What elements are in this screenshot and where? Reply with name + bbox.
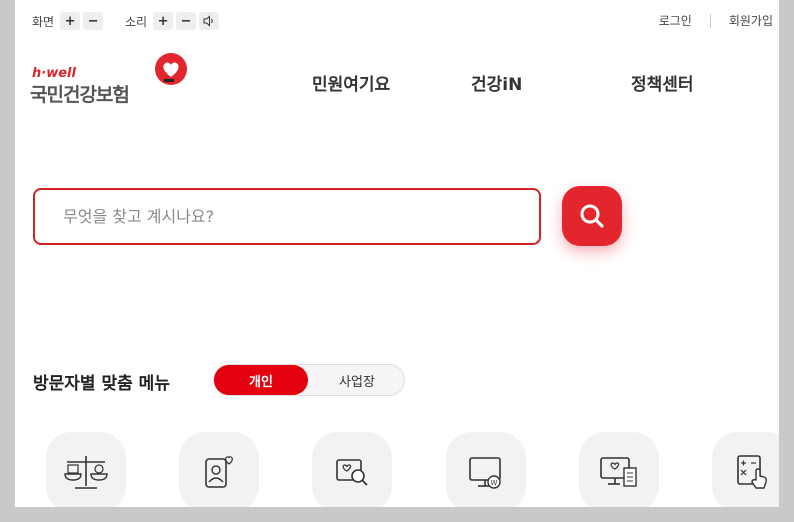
nav-item-health[interactable]: 건강iN xyxy=(471,70,522,95)
login-link[interactable]: 로그인 xyxy=(659,12,692,29)
search-heart-icon xyxy=(336,459,368,486)
nav-item-policy[interactable]: 정책센터 xyxy=(631,70,694,95)
tile-search-heart[interactable] xyxy=(312,432,392,507)
profile-heart-icon xyxy=(205,456,233,488)
monitor-won-icon: W xyxy=(469,457,501,489)
toggle-personal[interactable]: 개인 xyxy=(214,365,308,395)
speaker-icon xyxy=(203,15,213,27)
sound-down-button[interactable]: − xyxy=(176,12,197,30)
search-box xyxy=(33,188,541,245)
account-links: 로그인 회원가입 xyxy=(659,12,773,29)
search-icon xyxy=(580,204,604,228)
signup-link[interactable]: 회원가입 xyxy=(729,12,773,29)
visitor-menu-title: 방문자별 맞춤 메뉴 xyxy=(33,374,170,394)
monitor-receipt-icon xyxy=(600,457,637,487)
logo-brand: h·well xyxy=(32,66,76,81)
utility-bar: 화면 + − 소리 + − 로그인 회원가입 xyxy=(15,0,779,40)
tile-monitor-receipt[interactable] xyxy=(579,432,659,507)
screen-zoom-in-button[interactable]: + xyxy=(60,12,81,30)
sound-controls: 소리 + − xyxy=(125,12,222,30)
tile-calculator[interactable] xyxy=(712,432,779,507)
logo[interactable]: h·well 국민건강보험 xyxy=(30,52,187,106)
logo-name: 국민건강보험 xyxy=(30,84,130,106)
speaker-button[interactable] xyxy=(199,12,220,30)
screen-zoom-out-button[interactable]: − xyxy=(83,12,104,30)
search-button[interactable] xyxy=(562,186,622,246)
screen-size-controls: 화면 + − xyxy=(32,12,106,30)
divider xyxy=(709,13,711,28)
search-input[interactable] xyxy=(35,190,539,243)
tile-monitor-won[interactable]: W xyxy=(446,432,526,507)
svg-text:W: W xyxy=(491,479,498,487)
tile-profile[interactable] xyxy=(179,432,259,507)
toggle-business[interactable]: 사업장 xyxy=(310,365,404,395)
calculator-hand-icon xyxy=(737,455,767,489)
screen-size-label: 화면 xyxy=(32,14,55,29)
nav-item-civil[interactable]: 민원여기요 xyxy=(312,70,390,95)
sound-up-button[interactable]: + xyxy=(153,12,174,30)
heart-logo-icon xyxy=(155,53,187,85)
page: 화면 + − 소리 + − 로그인 회원가입 h·well 국민건강보험 민원여… xyxy=(15,0,779,507)
sound-label: 소리 xyxy=(125,14,148,29)
tile-scale[interactable] xyxy=(46,432,126,507)
visitor-type-toggle: 개인 사업장 xyxy=(213,364,405,396)
scale-icon xyxy=(64,456,108,489)
